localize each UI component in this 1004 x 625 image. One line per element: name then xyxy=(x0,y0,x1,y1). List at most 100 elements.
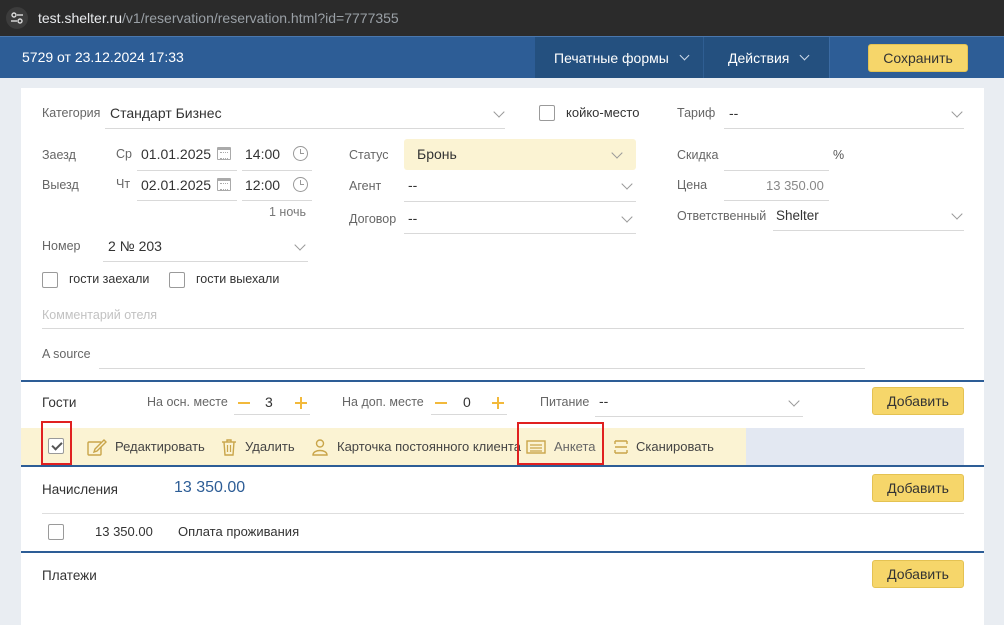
discount-label: Скидка xyxy=(677,148,719,162)
checkout-label: Выезд xyxy=(42,178,79,192)
chevron-down-icon xyxy=(621,178,633,190)
chevron-down-icon xyxy=(294,239,306,251)
add-guest-button[interactable]: Добавить xyxy=(872,387,964,415)
actions-menu[interactable]: Действия xyxy=(703,37,830,78)
agent-select[interactable]: -- xyxy=(408,177,417,193)
contract-select[interactable]: -- xyxy=(408,210,417,226)
room-select[interactable]: 2 № 203 xyxy=(108,238,162,254)
loyalty-card-button[interactable]: Карточка постоянного клиента xyxy=(311,428,521,465)
section-divider xyxy=(21,551,984,553)
chevron-down-icon xyxy=(621,211,633,223)
save-button[interactable]: Сохранить xyxy=(868,44,968,72)
site-settings-icon[interactable] xyxy=(6,7,28,29)
scan-label: Сканировать xyxy=(636,439,714,454)
print-forms-label: Печатные формы xyxy=(554,49,669,66)
delete-button[interactable]: Удалить xyxy=(221,428,295,465)
delete-label: Удалить xyxy=(245,439,295,454)
guests-arrived-label: гости заехали xyxy=(69,272,150,286)
edit-icon xyxy=(87,438,107,456)
main-place-label: На осн. месте xyxy=(147,395,228,409)
url-field[interactable]: test.shelter.ru/v1/reservation/reservati… xyxy=(38,10,399,26)
price-underline xyxy=(724,200,829,201)
extra-place-decrement-button[interactable] xyxy=(435,402,447,404)
extra-place-increment-button[interactable] xyxy=(492,397,504,409)
charges-divider xyxy=(42,513,964,514)
checkout-date-input[interactable]: 02.01.2025 xyxy=(141,177,211,193)
agent-underline xyxy=(404,201,636,202)
discount-input[interactable] xyxy=(724,170,829,171)
guests-left-checkbox[interactable] xyxy=(169,272,185,288)
price-label: Цена xyxy=(677,178,708,192)
checkin-date-underline xyxy=(137,170,237,171)
contract-label: Договор xyxy=(349,212,397,226)
tariff-underline xyxy=(724,128,964,129)
charge-description: Оплата проживания xyxy=(178,524,300,539)
extra-place-count[interactable]: 0 xyxy=(463,394,471,410)
checkout-time-underline xyxy=(242,200,312,201)
calendar-icon[interactable] xyxy=(217,147,231,160)
chevron-down-icon xyxy=(679,50,690,60)
loyalty-card-label: Карточка постоянного клиента xyxy=(337,439,521,454)
agent-label: Агент xyxy=(349,179,382,193)
tariff-label: Тариф xyxy=(677,106,716,120)
room-underline xyxy=(103,261,308,262)
checkout-day: Чт xyxy=(116,177,131,191)
scan-button[interactable]: Сканировать xyxy=(614,428,714,465)
responsible-select[interactable]: Shelter xyxy=(776,208,819,223)
payments-title: Платежи xyxy=(42,568,97,583)
responsible-underline xyxy=(773,230,964,231)
chevron-down-icon xyxy=(788,395,800,407)
add-charge-button[interactable]: Добавить xyxy=(872,474,964,502)
add-payment-button[interactable]: Добавить xyxy=(872,560,964,588)
checkin-day: Ср xyxy=(116,147,132,161)
checkin-label: Заезд xyxy=(42,148,76,162)
guests-title: Гости xyxy=(42,395,77,410)
user-icon xyxy=(312,438,328,456)
guests-left-label: гости выехали xyxy=(196,272,280,286)
nights-count: 1 ночь xyxy=(269,205,307,219)
charges-total: 13 350.00 xyxy=(174,479,246,496)
meals-select[interactable]: -- xyxy=(599,393,608,409)
checkin-time-input[interactable]: 14:00 xyxy=(245,146,280,162)
checkout-date-underline xyxy=(137,200,237,201)
charge-row-checkbox[interactable] xyxy=(48,524,64,540)
section-divider xyxy=(21,465,984,467)
source-label: A source xyxy=(42,347,91,361)
app-header: 5729 от 23.12.2024 17:33 Печатные формы … xyxy=(0,36,1004,78)
highlight-box xyxy=(41,421,72,465)
clock-icon[interactable] xyxy=(293,177,308,192)
room-label: Номер xyxy=(42,239,81,253)
tariff-select[interactable]: -- xyxy=(729,105,738,121)
charge-amount: 13 350.00 xyxy=(95,524,153,539)
edit-label: Редактировать xyxy=(115,439,205,454)
bed-place-label: койко-место xyxy=(566,105,640,120)
edit-button[interactable]: Редактировать xyxy=(87,428,205,465)
comment-input[interactable]: Комментарий отеля xyxy=(42,308,157,322)
checkout-time-input[interactable]: 12:00 xyxy=(245,177,280,193)
comment-underline xyxy=(42,328,964,329)
price-value[interactable]: 13 350.00 xyxy=(766,178,824,193)
browser-address-bar: test.shelter.ru/v1/reservation/reservati… xyxy=(0,0,1004,36)
reservation-title: 5729 от 23.12.2024 17:33 xyxy=(22,49,184,65)
url-path: /v1/reservation/reservation.html?id=7777… xyxy=(122,10,399,26)
clock-icon[interactable] xyxy=(293,146,308,161)
meals-label: Питание xyxy=(540,395,590,409)
extra-place-label: На доп. месте xyxy=(342,395,424,409)
main-place-increment-button[interactable] xyxy=(295,397,307,409)
extra-place-underline xyxy=(431,414,507,415)
main-place-decrement-button[interactable] xyxy=(238,402,250,404)
guests-arrived-checkbox[interactable] xyxy=(42,272,58,288)
checkin-date-input[interactable]: 01.01.2025 xyxy=(141,146,211,162)
toolbar-filler xyxy=(746,428,964,465)
chevron-down-icon xyxy=(799,50,810,60)
chevron-down-icon xyxy=(493,106,505,118)
discount-unit: % xyxy=(833,148,845,162)
main-place-count[interactable]: 3 xyxy=(265,394,273,410)
bed-place-checkbox[interactable] xyxy=(539,105,555,121)
print-forms-menu[interactable]: Печатные формы xyxy=(535,37,703,78)
responsible-label: Ответственный xyxy=(677,209,767,223)
calendar-icon[interactable] xyxy=(217,178,231,191)
source-input[interactable] xyxy=(99,368,865,369)
category-select[interactable]: Стандарт Бизнес xyxy=(110,105,222,121)
main-place-underline xyxy=(234,414,310,415)
